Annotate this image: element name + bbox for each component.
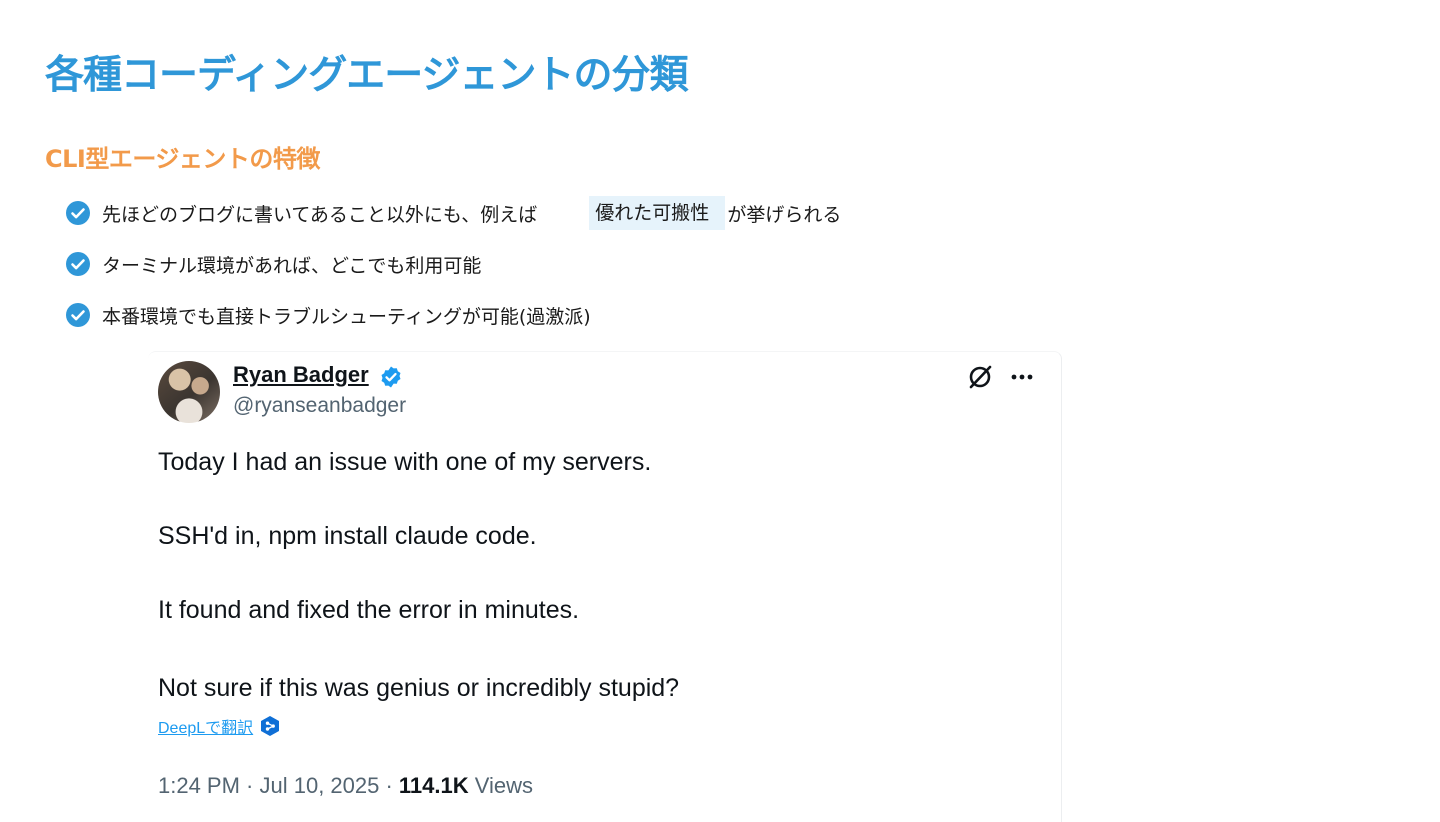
- tweet-meta: 1:24 PM · Jul 10, 2025 · 114.1K Views: [158, 773, 533, 799]
- tweet-line: SSH'd in, npm install claude code.: [158, 522, 537, 550]
- author-handle[interactable]: @ryanseanbadger: [233, 394, 406, 418]
- translate-link[interactable]: DeepLで翻訳: [158, 714, 253, 738]
- slide-title: 各種コーディングエージェントの分類: [45, 53, 688, 98]
- grok-icon[interactable]: [966, 363, 994, 391]
- bullet-text: ターミナル環境があれば、どこでも利用可能: [102, 254, 482, 277]
- section-title: CLI型エージェントの特徴: [45, 145, 320, 173]
- bullet-portability: 先ほどのブログに書いてあること以外にも、例えば 優れた可搬性 が挙げられる: [66, 196, 842, 230]
- views-label: Views: [468, 773, 534, 798]
- bullet-text: 先ほどのブログに書いてあること以外にも、例えば: [102, 203, 538, 226]
- avatar[interactable]: [158, 361, 220, 423]
- tweet-timestamp[interactable]: 1:24 PM · Jul 10, 2025 ·: [158, 773, 399, 798]
- more-icon[interactable]: [1008, 363, 1036, 391]
- highlighted-phrase: 優れた可搬性: [589, 196, 726, 230]
- tweet-card: Ryan Badger @ryanseanbadger Today I had …: [148, 351, 1062, 822]
- bullet-production-troubleshooting: 本番環境でも直接トラブルシューティングが可能(過激派): [66, 299, 591, 331]
- tweet-line: It found and fixed the error in minutes.: [158, 596, 580, 624]
- deepl-icon[interactable]: [259, 715, 281, 737]
- check-circle-icon: [66, 303, 90, 327]
- views-count: 114.1K: [398, 773, 469, 798]
- tweet-line: Today I had an issue with one of my serv…: [158, 448, 652, 476]
- tweet-line: Not sure if this was genius or incredibl…: [158, 674, 680, 702]
- verified-badge-icon: [379, 365, 403, 389]
- author-name[interactable]: Ryan Badger: [233, 362, 369, 388]
- check-circle-icon: [66, 252, 90, 276]
- translate-row: DeepLで翻訳: [158, 714, 281, 738]
- bullet-text-suffix: が挙げられる: [727, 203, 842, 226]
- bullet-terminal-anywhere: ターミナル環境があれば、どこでも利用可能: [66, 248, 481, 280]
- bullet-text: 本番環境でも直接トラブルシューティングが可能(過激派): [102, 305, 591, 328]
- check-circle-icon: [66, 201, 90, 225]
